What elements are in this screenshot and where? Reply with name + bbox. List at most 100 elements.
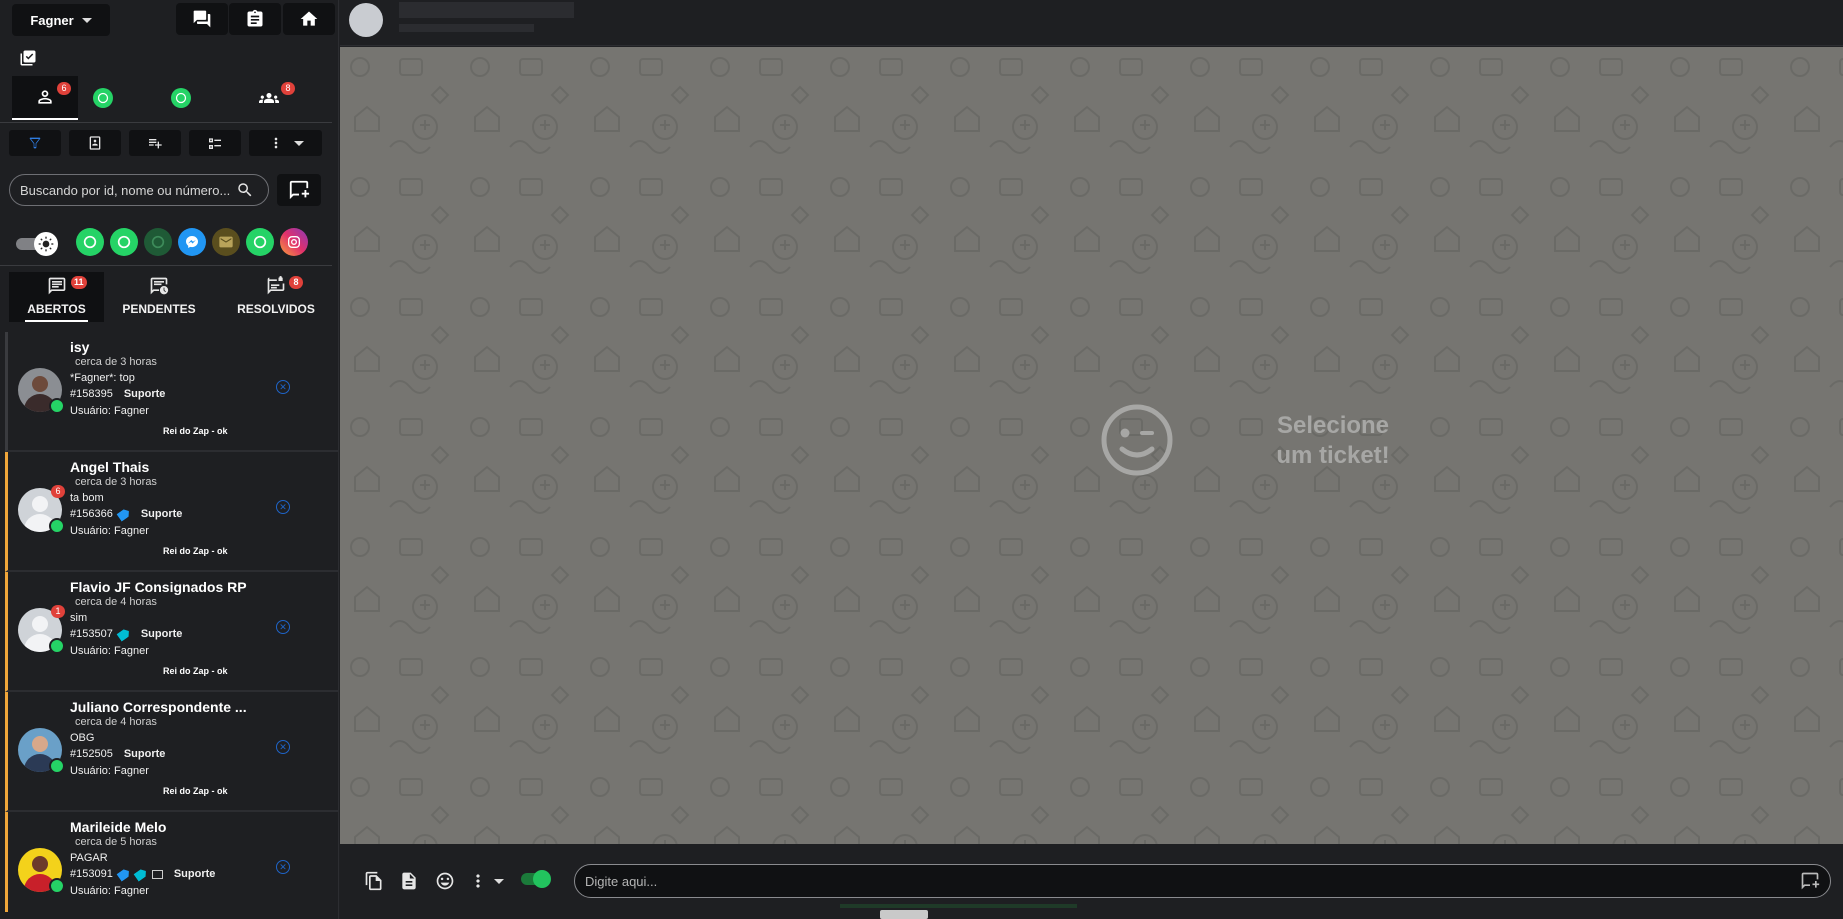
whatsapp-cloud-icon[interactable] — [246, 228, 274, 256]
new-ticket-button[interactable] — [277, 174, 321, 206]
user-menu-button[interactable]: Fagner — [12, 4, 110, 36]
tab-whatsapp-2[interactable] — [148, 76, 214, 120]
unread-badge: 6 — [51, 485, 65, 498]
clipboard-icon — [247, 9, 263, 27]
sidebar: Fagner 6 8 Buscando por id, nome ou núme… — [0, 0, 535, 919]
search-box — [9, 174, 269, 206]
tag-icon — [116, 867, 131, 881]
filter-button[interactable] — [9, 130, 61, 156]
app-root: Fagner 6 8 Buscando por id, nome ou núme… — [0, 0, 1843, 919]
quick-messages-button[interactable] — [359, 866, 389, 896]
close-ticket-icon[interactable]: ✕ — [276, 500, 290, 514]
filter-icon — [29, 137, 41, 149]
email-icon[interactable] — [212, 228, 240, 256]
checklist-icon — [209, 138, 221, 149]
unread-badge: 1 — [51, 605, 65, 618]
person-icon — [38, 90, 52, 104]
whatsapp-icon — [93, 88, 113, 108]
messenger-icon[interactable] — [178, 228, 206, 256]
pending-chat-icon — [150, 277, 169, 295]
tab-abertos[interactable]: ABERTOS 11 — [9, 272, 104, 322]
whatsapp-icon — [49, 398, 65, 414]
caret-down-icon — [81, 17, 92, 23]
ticket-item[interactable]: isy cerca de 3 horas *Fagner*: top #1583… — [5, 332, 338, 452]
tab-groups[interactable]: 8 — [236, 76, 302, 120]
signature-toggle[interactable] — [521, 870, 551, 888]
playlist-add-icon — [149, 139, 162, 149]
close-ticket-icon[interactable]: ✕ — [276, 740, 290, 754]
tag-list-icon — [151, 869, 163, 879]
close-ticket-icon[interactable]: ✕ — [276, 380, 290, 394]
ticket-meta: #156366 Suporte — [70, 508, 182, 520]
tab-label: PENDENTES — [122, 302, 196, 316]
ticket-last-message: sim — [70, 612, 88, 624]
search-input[interactable] — [20, 182, 230, 198]
ticket-item[interactable]: Marileide Melo cerca de 5 horas PAGAR #1… — [5, 812, 338, 912]
ticket-queue: Suporte — [173, 868, 216, 880]
tab-pendentes[interactable]: PENDENTES 8 — [109, 272, 303, 322]
empty-state-text: Selecione um ticket! — [1276, 412, 1390, 469]
ticket-user: Usuário: Fagner — [70, 765, 149, 777]
whatsapp-icon — [171, 88, 191, 108]
more-actions-button[interactable] — [462, 866, 510, 896]
tab-whatsapp-1[interactable] — [70, 76, 136, 120]
tab-my-tickets[interactable]: 6 — [12, 76, 78, 120]
ticket-item[interactable]: Juliano Correspondente ... cerca de 4 ho… — [5, 692, 338, 812]
ticket-item[interactable]: 6 Angel Thais cerca de 3 horas ta bom #1… — [5, 452, 338, 572]
select-tickets-icon[interactable] — [19, 49, 37, 67]
chat-header — [340, 0, 1843, 46]
tab-badge: 8 — [281, 82, 295, 95]
ticket-contact-name: Flavio JF Consignados RP — [70, 579, 247, 595]
more-vertical-icon — [476, 874, 480, 888]
new-note-button[interactable] — [129, 130, 181, 156]
user-name: Fagner — [30, 12, 74, 28]
ticket-connection: Rei do Zap - ok — [163, 666, 228, 676]
add-comment-icon — [289, 180, 310, 200]
skeleton-subtitle — [399, 24, 534, 32]
active-tab-indicator — [25, 320, 88, 322]
ticket-user: Usuário: Fagner — [70, 645, 149, 657]
emoji-button[interactable] — [430, 866, 460, 896]
toolbar — [9, 130, 322, 156]
copy-file-icon — [365, 871, 382, 891]
more-options-button[interactable] — [249, 130, 322, 156]
tab-label: ABERTOS — [27, 302, 86, 316]
whatsapp-icon[interactable] — [76, 228, 104, 256]
message-input[interactable] — [585, 873, 1800, 889]
ticket-item[interactable]: 1 Flavio JF Consignados RP cerca de 4 ho… — [5, 572, 338, 692]
ticket-contact-name: Angel Thais — [70, 459, 150, 475]
contacts-button[interactable] — [69, 130, 121, 156]
close-ticket-icon[interactable]: ✕ — [276, 860, 290, 874]
checklist-button[interactable] — [189, 130, 241, 156]
search-icon[interactable] — [236, 181, 254, 199]
whatsapp-icon — [49, 878, 65, 894]
attach-file-button[interactable] — [394, 866, 424, 896]
ticket-last-message: PAGAR — [70, 852, 108, 864]
close-ticket-icon[interactable]: ✕ — [276, 620, 290, 634]
tasks-button[interactable] — [229, 3, 281, 35]
ticket-id: #156366 — [70, 508, 113, 520]
chats-button[interactable] — [176, 3, 228, 35]
sidebar-topbar: Fagner — [0, 0, 339, 40]
whatsapp-icon — [49, 758, 65, 774]
whatsapp-icon — [49, 638, 65, 654]
add-comment-icon[interactable] — [1800, 871, 1820, 891]
home-icon — [300, 11, 318, 26]
chat-area — [340, 47, 1843, 844]
divider — [0, 122, 332, 123]
whatsapp-business-icon[interactable] — [110, 228, 138, 256]
ticket-user: Usuário: Fagner — [70, 405, 149, 417]
caret-down-icon — [293, 140, 304, 146]
scrollbar-thumb[interactable] — [880, 910, 928, 919]
ticket-time: cerca de 4 horas — [75, 596, 157, 608]
whatsapp-api-icon[interactable] — [144, 228, 172, 256]
home-button[interactable] — [283, 3, 335, 35]
ticket-last-message: ta bom — [70, 492, 104, 504]
ticket-last-message: OBG — [70, 732, 95, 744]
ticket-list: isy cerca de 3 horas *Fagner*: top #1583… — [0, 332, 338, 912]
ticket-time: cerca de 5 horas — [75, 836, 157, 848]
instagram-icon[interactable] — [280, 228, 308, 256]
tab-resolvidos[interactable]: RESOLVIDOS 0 — [221, 272, 535, 322]
theme-toggle[interactable] — [14, 232, 58, 256]
ticket-user: Usuário: Fagner — [70, 525, 149, 537]
